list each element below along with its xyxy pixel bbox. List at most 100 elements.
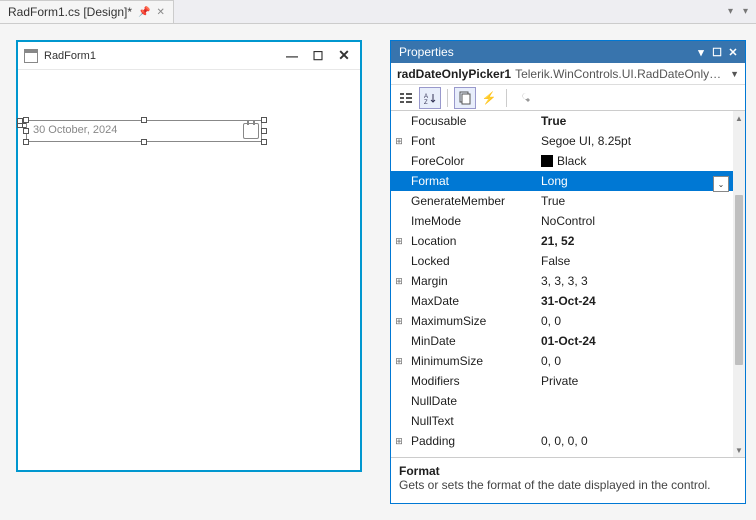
property-value[interactable]: NoControl bbox=[537, 214, 733, 228]
selection-handle[interactable] bbox=[23, 139, 29, 145]
property-row[interactable]: Focusable True bbox=[391, 111, 733, 131]
expand-icon[interactable]: ⊞ bbox=[391, 356, 407, 367]
tab-title: RadForm1.cs [Design]* bbox=[8, 5, 132, 19]
scroll-down-icon[interactable]: ▼ bbox=[733, 443, 745, 457]
property-value-text: 31-Oct-24 bbox=[541, 294, 596, 308]
selection-handle[interactable] bbox=[141, 117, 147, 123]
calendar-icon[interactable] bbox=[243, 123, 259, 139]
tab-row-options: ▾ ▾ bbox=[728, 0, 756, 23]
window-options-icon[interactable]: ▾ bbox=[728, 6, 733, 17]
chevron-down-icon[interactable]: ▼ bbox=[730, 69, 739, 79]
property-name: ImeMode bbox=[407, 214, 537, 228]
expand-icon[interactable]: ⊞ bbox=[391, 136, 407, 147]
property-value[interactable]: 0, 0 bbox=[537, 314, 733, 328]
scroll-up-icon[interactable]: ▲ bbox=[733, 111, 745, 125]
svg-text:Z: Z bbox=[424, 100, 428, 105]
property-value[interactable]: Segoe UI, 8.25pt bbox=[537, 134, 733, 148]
chevron-down-icon[interactable]: ⌄ bbox=[713, 176, 729, 192]
property-value-text: 01-Oct-24 bbox=[541, 334, 596, 348]
selection-handle[interactable] bbox=[261, 128, 267, 134]
expand-icon[interactable]: ⊞ bbox=[391, 436, 407, 447]
object-selector[interactable]: radDateOnlyPicker1 Telerik.WinControls.U… bbox=[391, 63, 745, 85]
description-name: Format bbox=[399, 464, 737, 478]
property-row[interactable]: NullDate bbox=[391, 391, 733, 411]
property-name: Padding bbox=[407, 434, 537, 448]
expand-icon[interactable]: ⊞ bbox=[391, 236, 407, 247]
selection-handle[interactable] bbox=[141, 139, 147, 145]
property-row[interactable]: ⊞FontSegoe UI, 8.25pt bbox=[391, 131, 733, 151]
properties-panel: Properties ▾ ☐ ✕ radDateOnlyPicker1 Tele… bbox=[390, 40, 746, 504]
property-value[interactable]: 31-Oct-24 bbox=[537, 294, 733, 308]
property-row[interactable]: MinDate 01-Oct-24 bbox=[391, 331, 733, 351]
property-value[interactable]: 01-Oct-24 bbox=[537, 334, 733, 348]
color-swatch bbox=[541, 155, 553, 167]
property-row[interactable]: ModifiersPrivate bbox=[391, 371, 733, 391]
expand-icon[interactable]: ⊞ bbox=[391, 276, 407, 287]
object-type: Telerik.WinControls.UI.RadDateOnlyPicker bbox=[515, 67, 726, 81]
property-value[interactable]: Black bbox=[537, 154, 733, 168]
properties-grid[interactable]: Focusable True ⊞FontSegoe UI, 8.25ptForeCo… bbox=[391, 111, 733, 457]
property-row[interactable]: FormatLong⌄ bbox=[391, 171, 733, 191]
pin-icon[interactable]: 📌 bbox=[138, 7, 150, 18]
property-name: MinDate bbox=[407, 334, 537, 348]
property-pages-icon[interactable] bbox=[454, 87, 476, 109]
scroll-track[interactable] bbox=[733, 125, 745, 443]
maximize-button[interactable]: ☐ bbox=[308, 49, 328, 63]
property-row[interactable]: ⊞MinimumSize0, 0 bbox=[391, 351, 733, 371]
property-value[interactable]: False bbox=[537, 254, 733, 268]
property-row[interactable]: MaxDate31-Oct-24 bbox=[391, 291, 733, 311]
property-value-text: NoControl bbox=[541, 214, 595, 228]
property-row[interactable]: ForeColorBlack bbox=[391, 151, 733, 171]
property-row[interactable]: GenerateMemberTrue bbox=[391, 191, 733, 211]
properties-titlebar: Properties ▾ ☐ ✕ bbox=[391, 41, 745, 63]
scrollbar[interactable]: ▲ ▼ bbox=[733, 111, 745, 457]
property-row[interactable]: LockedFalse bbox=[391, 251, 733, 271]
document-tab-row: RadForm1.cs [Design]* 📌 ✕ ▾ ▾ bbox=[0, 0, 756, 24]
property-value[interactable]: 0, 0 bbox=[537, 354, 733, 368]
window-position-icon[interactable]: ▾ bbox=[693, 46, 709, 59]
property-name: Margin bbox=[407, 274, 537, 288]
close-button[interactable]: ✕ bbox=[334, 47, 354, 64]
property-row[interactable]: NullText bbox=[391, 411, 733, 431]
close-icon[interactable]: ✕ bbox=[157, 7, 165, 18]
events-icon[interactable]: ⚡ bbox=[478, 87, 500, 109]
close-icon[interactable]: ✕ bbox=[725, 46, 741, 59]
property-value[interactable]: Long⌄ bbox=[537, 174, 733, 188]
property-row[interactable]: ⊞Location21, 52 bbox=[391, 231, 733, 251]
selection-handle[interactable] bbox=[23, 128, 29, 134]
minimize-button[interactable]: — bbox=[282, 49, 302, 63]
property-value[interactable]: 21, 52 bbox=[537, 234, 733, 248]
designer-form[interactable]: RadForm1 — ☐ ✕ 30 October, 2024 bbox=[16, 40, 362, 472]
property-row[interactable]: ImeMode NoControl bbox=[391, 211, 733, 231]
property-description: Format Gets or sets the format of the da… bbox=[391, 457, 745, 503]
expand-icon[interactable]: ⊞ bbox=[391, 316, 407, 327]
document-tab[interactable]: RadForm1.cs [Design]* 📌 ✕ bbox=[0, 0, 174, 23]
property-name: Focusable bbox=[407, 114, 537, 128]
property-row[interactable]: ⊞Margin3, 3, 3, 3 bbox=[391, 271, 733, 291]
active-files-icon[interactable]: ▾ bbox=[743, 6, 748, 17]
property-row[interactable]: ⊞MaximumSize0, 0 bbox=[391, 311, 733, 331]
alphabetical-icon[interactable]: AZ bbox=[419, 87, 441, 109]
property-value[interactable]: True bbox=[537, 194, 733, 208]
form-title: RadForm1 bbox=[44, 50, 276, 62]
selection-handle[interactable] bbox=[261, 117, 267, 123]
scroll-thumb[interactable] bbox=[735, 195, 743, 365]
object-name: radDateOnlyPicker1 bbox=[397, 67, 511, 81]
property-value[interactable]: 3, 3, 3, 3 bbox=[537, 274, 733, 288]
properties-title: Properties bbox=[399, 45, 693, 59]
property-value-text: 0, 0 bbox=[541, 354, 561, 368]
property-value[interactable]: Private bbox=[537, 374, 733, 388]
wrench-icon[interactable] bbox=[513, 87, 535, 109]
property-value-text: True bbox=[541, 114, 566, 128]
property-name: Format bbox=[407, 174, 537, 188]
selection-handle[interactable] bbox=[261, 139, 267, 145]
property-value[interactable]: 0, 0, 0, 0 bbox=[537, 434, 733, 448]
property-value-text: Segoe UI, 8.25pt bbox=[541, 134, 631, 148]
categorized-icon[interactable] bbox=[395, 87, 417, 109]
property-value[interactable]: True bbox=[537, 114, 733, 128]
maximize-icon[interactable]: ☐ bbox=[709, 46, 725, 59]
selection-handle[interactable] bbox=[23, 117, 29, 123]
toolbar-separator bbox=[506, 89, 507, 107]
property-name: GenerateMember bbox=[407, 194, 537, 208]
property-row[interactable]: ⊞Padding0, 0, 0, 0 bbox=[391, 431, 733, 451]
